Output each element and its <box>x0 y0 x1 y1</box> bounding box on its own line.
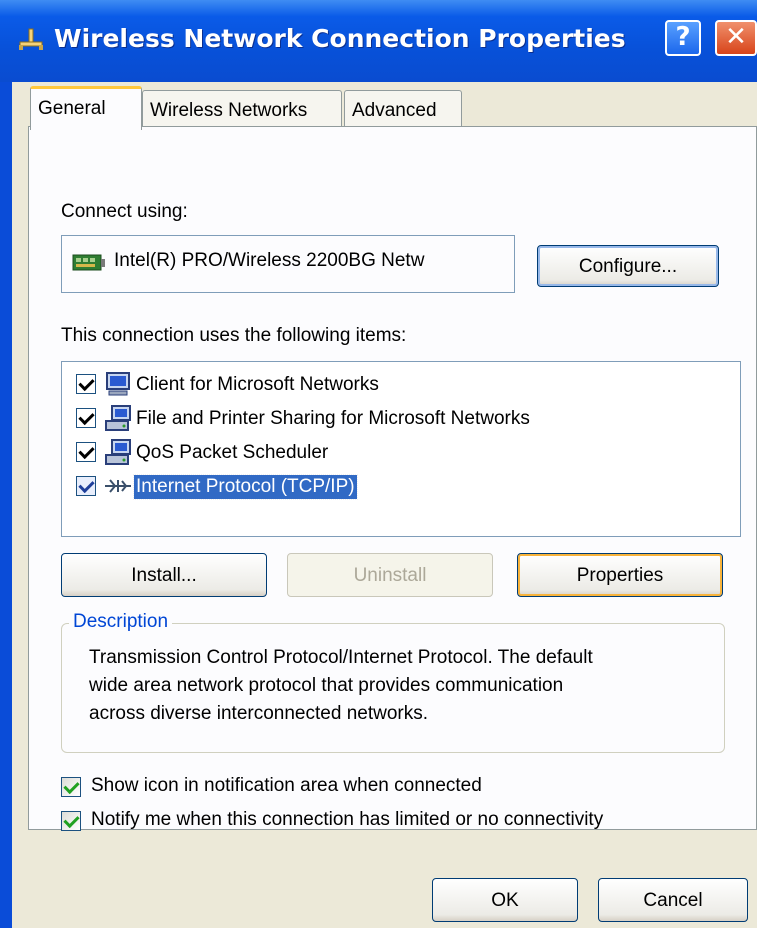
install-button[interactable]: Install... <box>61 553 267 597</box>
close-button[interactable]: ✕ <box>715 20 757 56</box>
show-icon-label[interactable]: Show icon in notification area when conn… <box>91 775 482 797</box>
item-checkbox[interactable] <box>76 408 96 428</box>
help-icon: ? <box>675 22 691 52</box>
tab-wireless-networks-label: Wireless Networks <box>150 100 308 121</box>
adapter-field: Intel(R) PRO/Wireless 2200BG Netw <box>61 235 515 293</box>
components-list[interactable]: Client for Microsoft Networks File and P… <box>61 361 741 537</box>
adapter-name: Intel(R) PRO/Wireless 2200BG Netw <box>114 250 425 271</box>
network-connection-icon <box>19 28 43 50</box>
item-checkbox[interactable] <box>76 442 96 462</box>
network-protocol-icon <box>105 479 131 493</box>
install-button-label: Install... <box>131 565 197 586</box>
item-label: File and Printer Sharing for Microsoft N… <box>136 408 530 429</box>
network-service-icon <box>105 405 131 431</box>
network-client-icon <box>106 372 130 396</box>
configure-button-label: Configure... <box>578 256 678 277</box>
notify-label[interactable]: Notify me when this connection has limit… <box>91 809 603 831</box>
properties-window: Wireless Network Connection Properties ?… <box>0 0 757 928</box>
description-text-line: wide area network protocol that provides… <box>89 675 564 696</box>
notify-checkbox[interactable] <box>61 811 81 831</box>
description-text-line: across diverse interconnected networks. <box>89 703 428 724</box>
description-text-line: Transmission Control Protocol/Internet P… <box>89 647 593 668</box>
tab-general[interactable]: General <box>30 86 142 130</box>
item-label: QoS Packet Scheduler <box>136 442 329 463</box>
close-icon: ✕ <box>725 22 747 52</box>
help-button[interactable]: ? <box>665 20 701 56</box>
title-bar[interactable]: Wireless Network Connection Properties ?… <box>0 0 757 82</box>
item-checkbox[interactable] <box>76 374 96 394</box>
connect-using-label: Connect using: <box>61 201 188 222</box>
general-tab-panel: Connect using: Intel(R) PRO/Wireless 220… <box>28 126 757 831</box>
show-icon-checkbox[interactable] <box>61 777 81 797</box>
ok-button-label: OK <box>491 890 519 911</box>
configure-button[interactable]: Configure... <box>537 245 719 287</box>
dialog-body: General Wireless Networks Advanced Conne… <box>12 82 757 928</box>
window-title: Wireless Network Connection Properties <box>54 24 626 53</box>
items-label: This connection uses the following items… <box>61 325 407 346</box>
tab-wireless-networks[interactable]: Wireless Networks <box>142 90 342 130</box>
uninstall-button-label: Uninstall <box>353 565 427 586</box>
tab-general-label: General <box>38 98 106 119</box>
ok-button[interactable]: OK <box>432 878 578 922</box>
uninstall-button[interactable]: Uninstall <box>287 553 493 597</box>
cancel-button-label: Cancel <box>643 890 703 911</box>
description-title: Description <box>69 611 173 633</box>
tab-advanced-label: Advanced <box>352 100 437 121</box>
properties-button[interactable]: Properties <box>517 553 723 597</box>
cancel-button[interactable]: Cancel <box>598 878 748 922</box>
properties-button-label: Properties <box>576 565 664 586</box>
item-label: Internet Protocol (TCP/IP) <box>133 474 358 500</box>
network-service-icon <box>105 439 131 465</box>
network-adapter-icon <box>72 254 105 271</box>
item-checkbox[interactable] <box>76 476 96 496</box>
item-label: Client for Microsoft Networks <box>136 374 379 395</box>
tab-advanced[interactable]: Advanced <box>344 90 462 130</box>
